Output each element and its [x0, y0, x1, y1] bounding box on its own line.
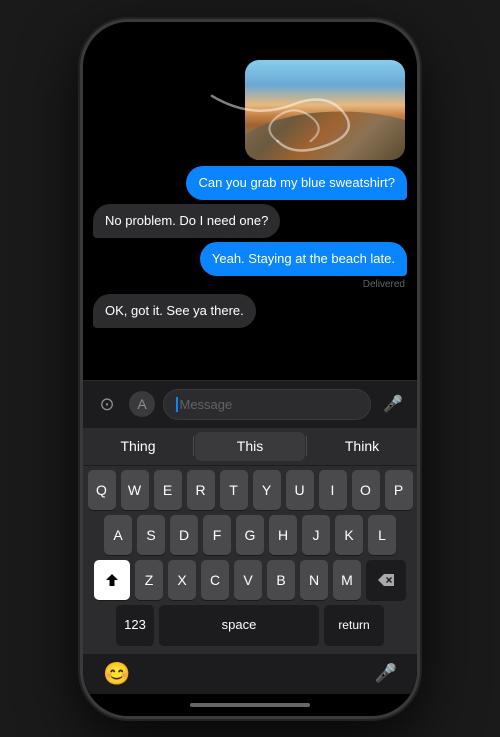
key-a[interactable]: A [104, 515, 132, 555]
key-rows: Q W E R T Y U I O P A S D F G [83, 466, 417, 645]
message-bubble-3: Yeah. Staying at the beach late. [200, 242, 407, 276]
apps-icon[interactable]: A [129, 391, 155, 417]
key-k[interactable]: K [335, 515, 363, 555]
message-bubble-1: Can you grab my blue sweatshirt? [186, 166, 407, 200]
key-e[interactable]: E [154, 470, 182, 510]
key-z[interactable]: Z [135, 560, 163, 600]
delivered-label: Delivered [83, 279, 417, 290]
camera-icon[interactable]: ⊙ [93, 390, 121, 418]
home-pill [190, 703, 310, 707]
autocorrect-bar: Thing This Think [83, 428, 417, 466]
key-l[interactable]: L [368, 515, 396, 555]
home-indicator-bar [83, 694, 417, 716]
key-p[interactable]: P [385, 470, 413, 510]
bottom-bar: 😊 🎤 [83, 654, 417, 694]
autocorrect-this[interactable]: This [195, 432, 305, 461]
microphone-icon[interactable]: 🎤 [379, 390, 407, 418]
emoji-button[interactable]: 😊 [103, 661, 130, 687]
phone-screen: Can you grab my blue sweatshirt? No prob… [83, 22, 417, 716]
message-bubble-2: No problem. Do I need one? [93, 204, 280, 238]
photo-bubble[interactable] [245, 60, 405, 160]
key-u[interactable]: U [286, 470, 314, 510]
shift-key[interactable] [94, 560, 130, 600]
space-key[interactable]: space [159, 605, 319, 645]
text-cursor [176, 397, 178, 412]
key-s[interactable]: S [137, 515, 165, 555]
message-row: Yeah. Staying at the beach late. [83, 240, 417, 278]
keyboard-row-4: 123 space return [86, 605, 414, 645]
photo-message-container [83, 52, 417, 164]
message-row: No problem. Do I need one? [83, 202, 417, 240]
keyboard-row-3: Z X C V B N M [86, 560, 414, 600]
message-row: Can you grab my blue sweatshirt? [83, 164, 417, 202]
key-b[interactable]: B [267, 560, 295, 600]
key-j[interactable]: J [302, 515, 330, 555]
key-c[interactable]: C [201, 560, 229, 600]
backspace-key[interactable] [366, 560, 406, 600]
autocorrect-think[interactable]: Think [307, 432, 417, 461]
key-m[interactable]: M [333, 560, 361, 600]
key-d[interactable]: D [170, 515, 198, 555]
key-o[interactable]: O [352, 470, 380, 510]
bottom-mic-button[interactable]: 🎤 [375, 663, 397, 684]
keyboard-row-1: Q W E R T Y U I O P [86, 470, 414, 510]
key-t[interactable]: T [220, 470, 248, 510]
autocorrect-thing[interactable]: Thing [83, 432, 193, 461]
key-w[interactable]: W [121, 470, 149, 510]
message-input[interactable]: Message [163, 389, 371, 420]
keyboard-row-2: A S D F G H J K L [86, 515, 414, 555]
key-h[interactable]: H [269, 515, 297, 555]
key-i[interactable]: I [319, 470, 347, 510]
key-x[interactable]: X [168, 560, 196, 600]
phone-frame: Can you grab my blue sweatshirt? No prob… [80, 19, 420, 719]
input-placeholder: Message [180, 397, 233, 412]
message-row: OK, got it. See ya there. [83, 292, 417, 330]
messages-area: Can you grab my blue sweatshirt? No prob… [83, 22, 417, 380]
keyboard: Thing This Think Q W E R T Y U I O [83, 428, 417, 654]
key-v[interactable]: V [234, 560, 262, 600]
key-f[interactable]: F [203, 515, 231, 555]
input-bar: ⊙ A Message 🎤 [83, 380, 417, 428]
message-bubble-4: OK, got it. See ya there. [93, 294, 256, 328]
autocorrect-divider [193, 436, 194, 456]
key-y[interactable]: Y [253, 470, 281, 510]
key-r[interactable]: R [187, 470, 215, 510]
key-q[interactable]: Q [88, 470, 116, 510]
notch [185, 22, 315, 50]
key-g[interactable]: G [236, 515, 264, 555]
key-n[interactable]: N [300, 560, 328, 600]
landscape-image [245, 60, 405, 160]
numbers-key[interactable]: 123 [116, 605, 154, 645]
return-key[interactable]: return [324, 605, 384, 645]
